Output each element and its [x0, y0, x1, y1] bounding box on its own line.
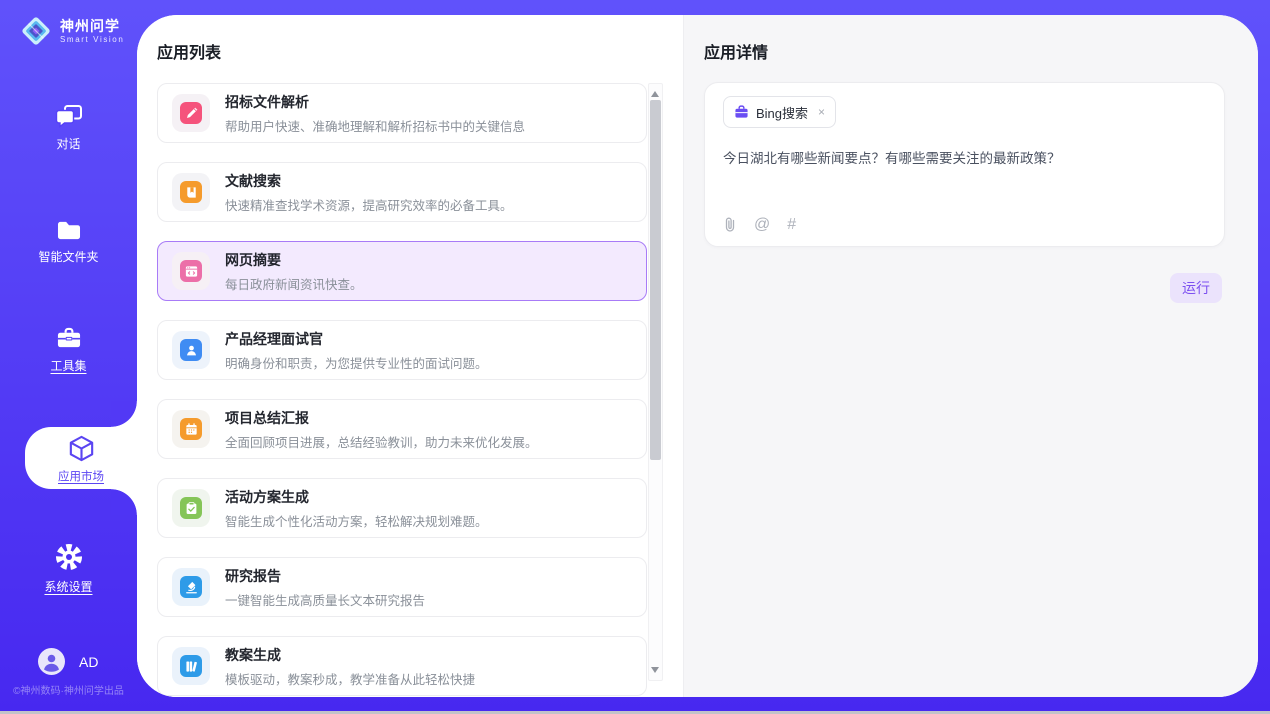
app-icon-tile [172, 331, 210, 369]
app-card-text: 招标文件解析帮助用户快速、准确地理解和解析招标书中的关键信息 [225, 92, 525, 135]
interviewer-icon [180, 339, 202, 361]
folder-icon [55, 219, 83, 242]
app-card[interactable]: 项目总结汇报全面回顾项目进展，总结经验教训，助力未来优化发展。 [157, 399, 647, 459]
app-card[interactable]: 教案生成模板驱动，教案秒成，教学准备从此轻松快捷 [157, 636, 647, 696]
app-card[interactable]: 网页摘要每日政府新闻资讯快查。 [157, 241, 647, 301]
app-logo: 神州问学 Smart Vision [18, 13, 124, 49]
app-card[interactable]: 文献搜索快速精准查找学术资源，提高研究效率的必备工具。 [157, 162, 647, 222]
tool-tag-bing[interactable]: Bing搜索 × [723, 96, 836, 128]
app-card[interactable]: 活动方案生成智能生成个性化活动方案，轻松解决规划难题。 [157, 478, 647, 538]
hash-icon[interactable]: # [787, 217, 796, 233]
paperclip-icon[interactable] [723, 216, 737, 233]
app-card-text: 产品经理面试官明确身份和职责，为您提供专业性的面试问题。 [225, 329, 488, 372]
app-card-title: 产品经理面试官 [225, 329, 488, 349]
app-card-title: 文献搜索 [225, 171, 513, 191]
app-icon-tile [172, 647, 210, 685]
app-list-title: 应用列表 [157, 39, 221, 63]
sidebar-item-system-settings[interactable]: 系统设置 [0, 542, 137, 595]
sidebar-item-smart-folder[interactable]: 智能文件夹 [0, 219, 137, 265]
run-button[interactable]: 运行 [1170, 273, 1222, 303]
app-card-text: 教案生成模板驱动，教案秒成，教学准备从此轻松快捷 [225, 645, 475, 688]
logo-title: 神州问学 [60, 18, 124, 34]
app-card-title: 教案生成 [225, 645, 475, 665]
app-card-title: 研究报告 [225, 566, 425, 586]
tool-tag-label: Bing搜索 [756, 103, 808, 122]
app-card-desc: 智能生成个性化活动方案，轻松解决规划难题。 [225, 511, 488, 530]
app-icon-tile [172, 94, 210, 132]
app-card-desc: 一键智能生成高质量长文本研究报告 [225, 590, 425, 609]
logo-subtitle: Smart Vision [60, 35, 124, 44]
app-card-title: 招标文件解析 [225, 92, 525, 112]
app-card-desc: 模板驱动，教案秒成，教学准备从此轻松快捷 [225, 669, 475, 688]
scrollbar-down-arrow-icon[interactable] [651, 667, 659, 677]
book-icon [180, 181, 202, 203]
app-card-text: 网页摘要每日政府新闻资讯快查。 [225, 250, 363, 293]
microscope-icon [180, 576, 202, 598]
app-card-title: 活动方案生成 [225, 487, 488, 507]
app-card-desc: 快速精准查找学术资源，提高研究效率的必备工具。 [225, 195, 513, 214]
user-account[interactable]: AD [38, 648, 98, 675]
tool-tag-close-icon[interactable]: × [818, 105, 825, 119]
cube-icon [66, 433, 97, 464]
sidebar-item-label: 智能文件夹 [38, 248, 98, 265]
diamond-logo-icon [18, 13, 54, 49]
sidebar-item-label: 系统设置 [44, 578, 92, 595]
toolbox-icon [55, 326, 83, 351]
app-icon-tile [172, 410, 210, 448]
app-card[interactable]: 产品经理面试官明确身份和职责，为您提供专业性的面试问题。 [157, 320, 647, 380]
app-detail-panel: 应用详情 Bing搜索 × 今日湖北有哪些新闻要点？有哪些需要关注的最新政策？ … [683, 15, 1258, 697]
sidebar: 神州问学 Smart Vision 对话智能文件夹工具集应用市场系统设置 AD … [0, 0, 137, 714]
at-sign-icon[interactable]: @ [754, 217, 770, 233]
app-icon-tile [172, 489, 210, 527]
clipboard-check-icon [180, 497, 202, 519]
scrollbar-up-arrow-icon[interactable] [651, 87, 659, 97]
app-card[interactable]: 研究报告一键智能生成高质量长文本研究报告 [157, 557, 647, 617]
sidebar-item-label: 对话 [56, 135, 80, 152]
calendar-report-icon [180, 418, 202, 440]
app-card[interactable]: 招标文件解析帮助用户快速、准确地理解和解析招标书中的关键信息 [157, 83, 647, 143]
app-card-title: 项目总结汇报 [225, 408, 538, 428]
app-icon-tile [172, 173, 210, 211]
sidebar-item-label: 工具集 [50, 357, 86, 374]
sidebar-item-app-market[interactable]: 应用市场 [25, 427, 137, 489]
sidebar-item-label: 应用市场 [58, 468, 104, 484]
app-list: 招标文件解析帮助用户快速、准确地理解和解析招标书中的关键信息文献搜索快速精准查找… [157, 83, 647, 697]
sidebar-item-toolset[interactable]: 工具集 [0, 326, 137, 374]
app-card-text: 项目总结汇报全面回顾项目进展，总结经验教训，助力未来优化发展。 [225, 408, 538, 451]
app-card-text: 研究报告一键智能生成高质量长文本研究报告 [225, 566, 425, 609]
prompt-input[interactable]: 今日湖北有哪些新闻要点？有哪些需要关注的最新政策？ [723, 149, 1206, 169]
composer-toolbar: @ # [723, 216, 796, 233]
app-icon-tile [172, 252, 210, 290]
app-card-text: 文献搜索快速精准查找学术资源，提高研究效率的必备工具。 [225, 171, 513, 214]
prompt-card: Bing搜索 × 今日湖北有哪些新闻要点？有哪些需要关注的最新政策？ @ # [704, 82, 1225, 247]
app-window: 神州问学 Smart Vision 对话智能文件夹工具集应用市场系统设置 AD … [0, 0, 1270, 714]
user-avatar-icon [38, 648, 65, 675]
browser-code-icon [180, 260, 202, 282]
app-card-desc: 帮助用户快速、准确地理解和解析招标书中的关键信息 [225, 116, 525, 135]
main-panel: 应用列表 招标文件解析帮助用户快速、准确地理解和解析招标书中的关键信息文献搜索快… [137, 15, 1258, 697]
briefcase-icon [734, 105, 749, 119]
app-card-text: 活动方案生成智能生成个性化活动方案，轻松解决规划难题。 [225, 487, 488, 530]
app-list-panel: 应用列表 招标文件解析帮助用户快速、准确地理解和解析招标书中的关键信息文献搜索快… [137, 15, 683, 697]
app-card-desc: 全面回顾项目进展，总结经验教训，助力未来优化发展。 [225, 432, 538, 451]
app-card-title: 网页摘要 [225, 250, 363, 270]
books-icon [180, 655, 202, 677]
chat-icon [55, 104, 83, 129]
document-edit-icon [180, 102, 202, 124]
user-initials: AD [79, 654, 98, 670]
scrollbar-thumb[interactable] [650, 100, 661, 460]
app-card-desc: 明确身份和职责，为您提供专业性的面试问题。 [225, 353, 488, 372]
sidebar-item-chat[interactable]: 对话 [0, 104, 137, 152]
app-icon-tile [172, 568, 210, 606]
copyright-text: ©神州数码·神州问学出品 [0, 682, 137, 697]
scrollbar[interactable] [648, 83, 663, 681]
app-card-desc: 每日政府新闻资讯快查。 [225, 274, 363, 293]
app-detail-title: 应用详情 [704, 39, 768, 63]
gear-icon [54, 542, 84, 572]
